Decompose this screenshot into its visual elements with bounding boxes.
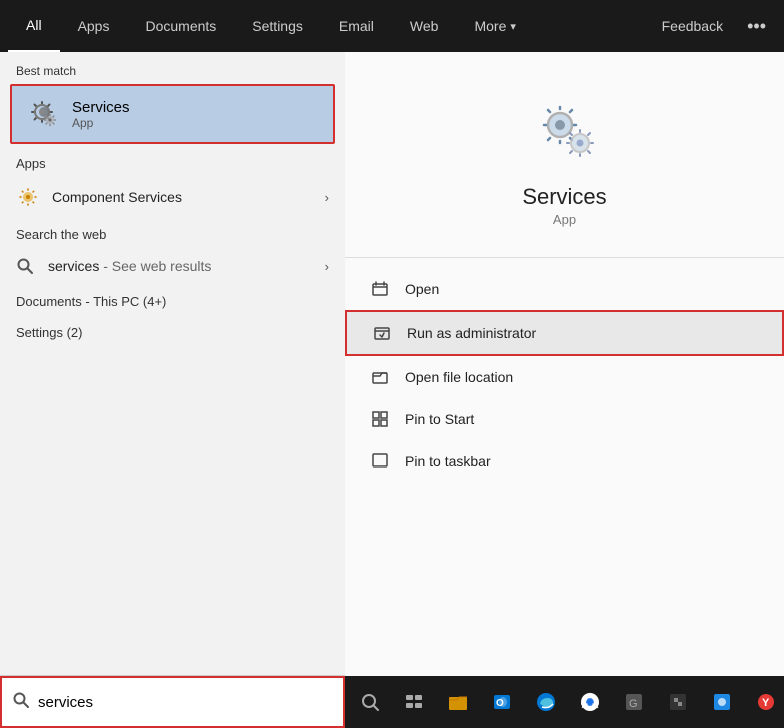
taskbar-search-icon[interactable]: [349, 681, 391, 723]
taskbar-taskview-icon[interactable]: [393, 681, 435, 723]
taskbar-edge-icon[interactable]: [525, 681, 567, 723]
pin-start-label: Pin to Start: [405, 411, 474, 427]
app-detail-name: Services: [522, 184, 606, 210]
open-file-action[interactable]: Open file location: [345, 356, 784, 398]
services-icon: [24, 96, 60, 132]
run-admin-action[interactable]: Run as administrator: [345, 310, 784, 356]
pin-taskbar-icon: [369, 450, 391, 472]
pin-start-action[interactable]: Pin to Start: [345, 398, 784, 440]
chevron-down-icon: ▾: [510, 20, 516, 33]
search-bar-icon: [12, 691, 30, 714]
tab-apps[interactable]: Apps: [60, 0, 128, 52]
tab-documents[interactable]: Documents: [127, 0, 234, 52]
app-detail-type: App: [553, 212, 576, 227]
open-file-icon: [369, 366, 391, 388]
web-search-item[interactable]: services - See web results ›: [0, 248, 345, 284]
open-file-label: Open file location: [405, 369, 513, 385]
best-match-text: Services App: [72, 99, 130, 130]
app-icon-large: [525, 92, 605, 172]
taskbar-outlook-icon[interactable]: O: [481, 681, 523, 723]
app-detail-header: Services App: [345, 52, 784, 258]
run-admin-icon: [371, 322, 393, 344]
taskbar-chrome-icon[interactable]: [569, 681, 611, 723]
svg-text:G: G: [629, 698, 638, 710]
taskbar-icon-9[interactable]: Y: [745, 681, 784, 723]
top-nav: All Apps Documents Settings Email Web Mo…: [0, 0, 784, 52]
search-bar: [0, 676, 345, 728]
more-options-button[interactable]: •••: [737, 0, 776, 52]
search-icon: [16, 256, 36, 276]
settings-label: Settings (2): [0, 315, 345, 346]
taskbar-explorer-icon[interactable]: [437, 681, 479, 723]
main-layout: Best match Services App: [0, 52, 784, 728]
open-action[interactable]: Open: [345, 268, 784, 310]
svg-text:O: O: [496, 698, 504, 709]
search-input[interactable]: [38, 694, 333, 711]
run-admin-label: Run as administrator: [407, 325, 536, 341]
feedback-button[interactable]: Feedback: [648, 0, 737, 52]
documents-label: Documents - This PC (4+): [0, 284, 345, 315]
best-match-label: Best match: [0, 52, 345, 84]
component-services-icon: [16, 185, 40, 209]
component-services-label: Component Services: [52, 189, 325, 205]
pin-taskbar-label: Pin to taskbar: [405, 453, 491, 469]
open-label: Open: [405, 281, 439, 297]
tab-all[interactable]: All: [8, 0, 60, 52]
apps-section-label: Apps: [0, 144, 345, 177]
pin-start-icon: [369, 408, 391, 430]
web-chevron-right-icon: ›: [325, 259, 329, 274]
taskbar-icon-7[interactable]: [657, 681, 699, 723]
right-panel: Services App Open: [345, 52, 784, 728]
best-match-title: Services: [72, 99, 130, 116]
tab-more[interactable]: More ▾: [456, 0, 533, 52]
search-bar-container: [0, 675, 345, 728]
best-match-sub: App: [72, 116, 130, 130]
action-list: Open Run as administrator: [345, 258, 784, 492]
web-section-label: Search the web: [0, 217, 345, 248]
more-label: More: [474, 18, 506, 34]
component-services-item[interactable]: Component Services ›: [0, 177, 345, 217]
pin-taskbar-action[interactable]: Pin to taskbar: [345, 440, 784, 482]
taskbar-icon-8[interactable]: [701, 681, 743, 723]
open-icon: [369, 278, 391, 300]
left-panel: Best match Services App: [0, 52, 345, 728]
svg-text:Y: Y: [762, 697, 770, 709]
tab-email[interactable]: Email: [321, 0, 392, 52]
tab-web[interactable]: Web: [392, 0, 457, 52]
taskbar-icon-6[interactable]: G: [613, 681, 655, 723]
web-item-text: services - See web results: [48, 258, 325, 274]
chevron-right-icon: ›: [325, 190, 329, 205]
tab-settings[interactable]: Settings: [234, 0, 321, 52]
left-spacer: [0, 346, 345, 675]
taskbar: O: [345, 676, 784, 728]
best-match-item[interactable]: Services App: [10, 84, 335, 144]
